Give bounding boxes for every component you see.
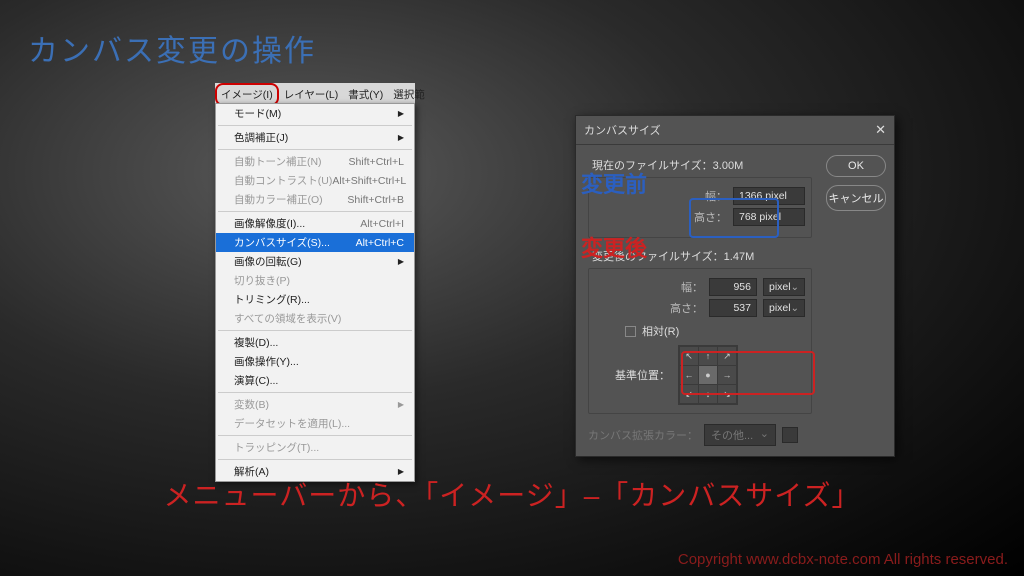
width-unit-select[interactable]: pixel bbox=[763, 278, 805, 296]
anchor-selector[interactable]: ↖↑↗ ←●→ ↙↓↘ bbox=[678, 345, 738, 405]
cancel-button[interactable]: キャンセル bbox=[826, 185, 886, 211]
menu-item-auto-tone[interactable]: 自動トーン補正(N)Shift+Ctrl+L bbox=[216, 152, 414, 171]
width-label-new: 幅： bbox=[667, 279, 703, 295]
dialog-title: カンバスサイズ bbox=[584, 122, 661, 138]
relative-checkbox[interactable] bbox=[625, 326, 636, 337]
extension-color-select[interactable]: その他...⌄ bbox=[704, 424, 776, 446]
extension-label: カンバス拡張カラー： bbox=[588, 427, 698, 443]
new-size-group: 幅： 956 pixel 高さ： 537 pixel 相対(R) 基準位置： ↖… bbox=[588, 268, 812, 414]
slide-caption: メニューバーから、「イメージ」–「カンバスサイズ」 bbox=[0, 474, 1024, 514]
slide-title: カンバス変更の操作 bbox=[28, 26, 316, 70]
extension-color-swatch[interactable] bbox=[782, 427, 798, 443]
menu-item-canvas-size[interactable]: カンバスサイズ(S)...Alt+Ctrl+C bbox=[216, 233, 414, 252]
canvas-size-dialog: カンバスサイズ ✕ 現在のファイルサイズ：3.00M 幅： 1366 pixel… bbox=[575, 115, 895, 457]
close-icon[interactable]: ✕ bbox=[875, 122, 886, 138]
menu-item-adjustments[interactable]: 色調補正(J) bbox=[216, 128, 414, 147]
menu-item-auto-contrast[interactable]: 自動コントラスト(U)Alt+Shift+Ctrl+L bbox=[216, 171, 414, 190]
height-label-new: 高さ： bbox=[667, 300, 703, 316]
current-size-group: 幅： 1366 pixel 高さ： 768 pixel bbox=[588, 177, 812, 238]
menu-item-mode[interactable]: モード(M) bbox=[216, 104, 414, 123]
relative-label: 相対(R) bbox=[642, 323, 679, 339]
current-size-label: 現在のファイルサイズ：3.00M bbox=[588, 153, 812, 177]
menu-item-crop[interactable]: 切り抜き(P) bbox=[216, 271, 414, 290]
height-unit-select[interactable]: pixel bbox=[763, 299, 805, 317]
menu-item-datasets[interactable]: データセットを適用(L)... bbox=[216, 414, 414, 433]
new-size-label: 変更後のファイルサイズ：1.47M bbox=[588, 244, 812, 268]
menu-item-reveal-all[interactable]: すべての領域を表示(V) bbox=[216, 309, 414, 328]
image-menu: モード(M) 色調補正(J) 自動トーン補正(N)Shift+Ctrl+L 自動… bbox=[215, 103, 415, 482]
menu-item-duplicate[interactable]: 複製(D)... bbox=[216, 333, 414, 352]
menu-item-auto-color[interactable]: 自動カラー補正(O)Shift+Ctrl+B bbox=[216, 190, 414, 209]
menu-item-variables[interactable]: 変数(B) bbox=[216, 395, 414, 414]
height-label: 高さ： bbox=[691, 209, 727, 225]
menu-item-trap[interactable]: トラッピング(T)... bbox=[216, 438, 414, 457]
menu-item-apply-image[interactable]: 画像操作(Y)... bbox=[216, 352, 414, 371]
menu-item-trim[interactable]: トリミング(R)... bbox=[216, 290, 414, 309]
new-width-input[interactable]: 956 bbox=[709, 278, 757, 296]
current-width: 1366 pixel bbox=[733, 187, 805, 205]
anchor-label: 基準位置： bbox=[615, 367, 670, 383]
menu-item-image-size[interactable]: 画像解像度(I)...Alt+Ctrl+I bbox=[216, 214, 414, 233]
ok-button[interactable]: OK bbox=[826, 155, 886, 177]
menu-item-rotation[interactable]: 画像の回転(G) bbox=[216, 252, 414, 271]
copyright: Copyright www.dcbx-note.com All rights r… bbox=[678, 551, 1008, 568]
width-label: 幅： bbox=[691, 188, 727, 204]
menu-item-calculations[interactable]: 演算(C)... bbox=[216, 371, 414, 390]
current-height: 768 pixel bbox=[733, 208, 805, 226]
new-height-input[interactable]: 537 bbox=[709, 299, 757, 317]
